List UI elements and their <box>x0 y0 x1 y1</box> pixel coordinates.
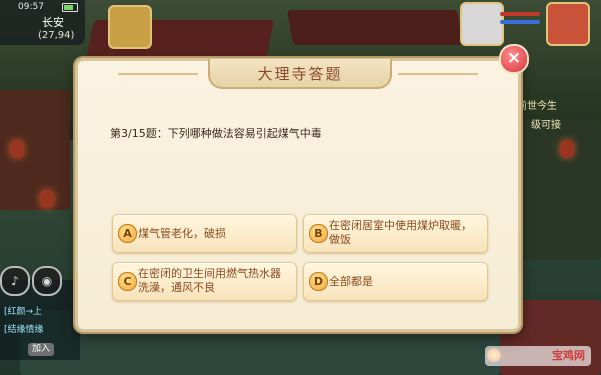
quest-hint[interactable]: 前世今生 <box>517 97 557 112</box>
event-icon[interactable] <box>108 5 152 49</box>
option-text: 煤气管老化，破损 <box>138 227 226 240</box>
option-letter-badge: B <box>309 224 328 243</box>
battery-icon <box>62 3 78 12</box>
close-button[interactable]: × <box>499 44 529 74</box>
map-coordinates: (27,94) <box>38 30 75 41</box>
player-avatar[interactable] <box>546 2 590 46</box>
quest-hint[interactable]: 级可接 <box>531 116 561 131</box>
title-decoration <box>398 73 478 75</box>
option-letter-badge: A <box>118 224 137 243</box>
answer-option-d[interactable]: D 全部都是 <box>303 262 488 301</box>
watermark: 宝鸡网 <box>485 346 591 366</box>
mp-bar <box>500 20 540 24</box>
title-decoration <box>118 73 198 75</box>
clock: 09:57 <box>18 2 44 12</box>
hp-bar <box>500 12 540 16</box>
chat-line: [红颜→上 <box>4 307 43 317</box>
option-letter-badge: D <box>309 272 328 291</box>
join-button[interactable]: 加入 <box>28 343 54 356</box>
voice-icon[interactable]: ♪ <box>0 266 30 296</box>
dialog-title: 大理寺答题 <box>257 65 343 83</box>
question-text: 第3/15题：下列哪种做法容易引起煤气中毒 <box>110 127 322 140</box>
answer-option-b[interactable]: B 在密闭居室中使用煤炉取暖，做饭 <box>303 214 488 253</box>
microphone-icon[interactable]: ◉ <box>32 266 62 296</box>
option-text: 在密闭的卫生间用燃气热水器洗澡，通风不良 <box>138 267 281 294</box>
option-text: 全部都是 <box>329 275 373 288</box>
answer-option-c[interactable]: C 在密闭的卫生间用燃气热水器洗澡，通风不良 <box>112 262 297 301</box>
pet-avatar[interactable] <box>460 2 504 46</box>
option-letter-badge: C <box>118 272 137 291</box>
map-info-panel[interactable]: 09:57 长安 (27,94) <box>0 0 85 45</box>
option-text: 在密闭居室中使用煤炉取暖，做饭 <box>329 219 472 246</box>
chat-line: [结缘情缘 <box>4 325 44 335</box>
answer-option-a[interactable]: A 煤气管老化，破损 <box>112 214 297 253</box>
dialog-title-bar: 大理寺答题 <box>208 59 392 89</box>
map-name: 长安 <box>42 16 64 29</box>
